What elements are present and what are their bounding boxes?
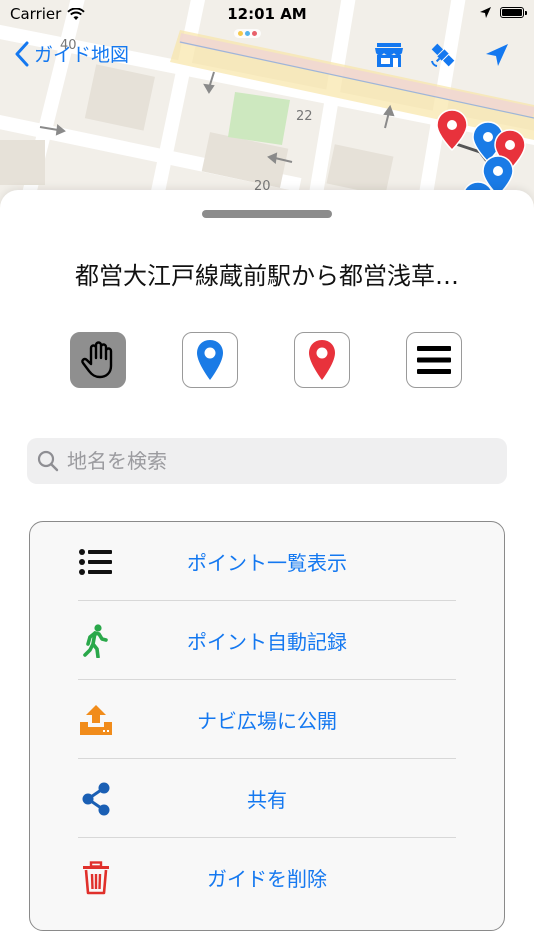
chevron-left-icon [15,41,29,66]
nav-actions [374,40,512,70]
current-location-button[interactable] [482,40,512,70]
action-menu: ポイント一覧表示 ポイント自動記録 ナビ広場に公開 共有 ガイドを削除 [29,521,505,931]
mode-toolbar [70,332,464,390]
red-pin-button[interactable] [294,332,350,388]
hamburger-icon [417,346,451,374]
clock: 12:01 AM [227,5,307,23]
menu-item-share[interactable]: 共有 [30,759,504,838]
menu-item-list-points[interactable]: ポイント一覧表示 [30,522,504,601]
trash-icon [76,858,116,898]
menu-item-publish[interactable]: ナビ広場に公開 [30,680,504,759]
hand-icon [81,341,113,379]
menu-button[interactable] [406,332,462,388]
store-icon [375,43,403,67]
camera-indicator [234,29,261,38]
upload-icon [76,700,116,740]
guide-title: 都営大江戸線蔵前駅から都営浅草… [75,262,459,290]
blue-pin-icon [197,340,223,380]
satellite-button[interactable] [428,40,458,70]
walking-icon [76,621,116,661]
status-bar: Carrier 12:01 AM [0,0,534,30]
sheet-grabber[interactable] [202,210,332,218]
search-icon [37,450,59,472]
blue-pin-button[interactable] [182,332,238,388]
satellite-icon [431,43,455,67]
location-arrow-icon [486,44,508,66]
location-services-icon [480,7,491,18]
search-input[interactable] [65,448,489,474]
red-pin-icon [309,340,335,380]
share-icon [76,779,116,819]
battery-icon [500,7,527,18]
map-label: 22 [296,109,313,124]
back-label: ガイド地図 [34,44,130,66]
menu-item-auto-record[interactable]: ポイント自動記録 [30,601,504,680]
status-indicators [479,6,527,19]
hand-mode-button[interactable] [70,332,126,388]
back-button[interactable]: ガイド地図 [14,40,129,67]
store-button[interactable] [374,40,404,70]
menu-item-delete[interactable]: ガイドを削除 [30,838,504,917]
search-bar[interactable] [27,438,507,484]
bottom-sheet: 都営大江戸線蔵前駅から都営浅草… 地名を検索 ポイント一覧表示 ポイント自動記録… [0,190,534,950]
list-icon [76,542,116,582]
